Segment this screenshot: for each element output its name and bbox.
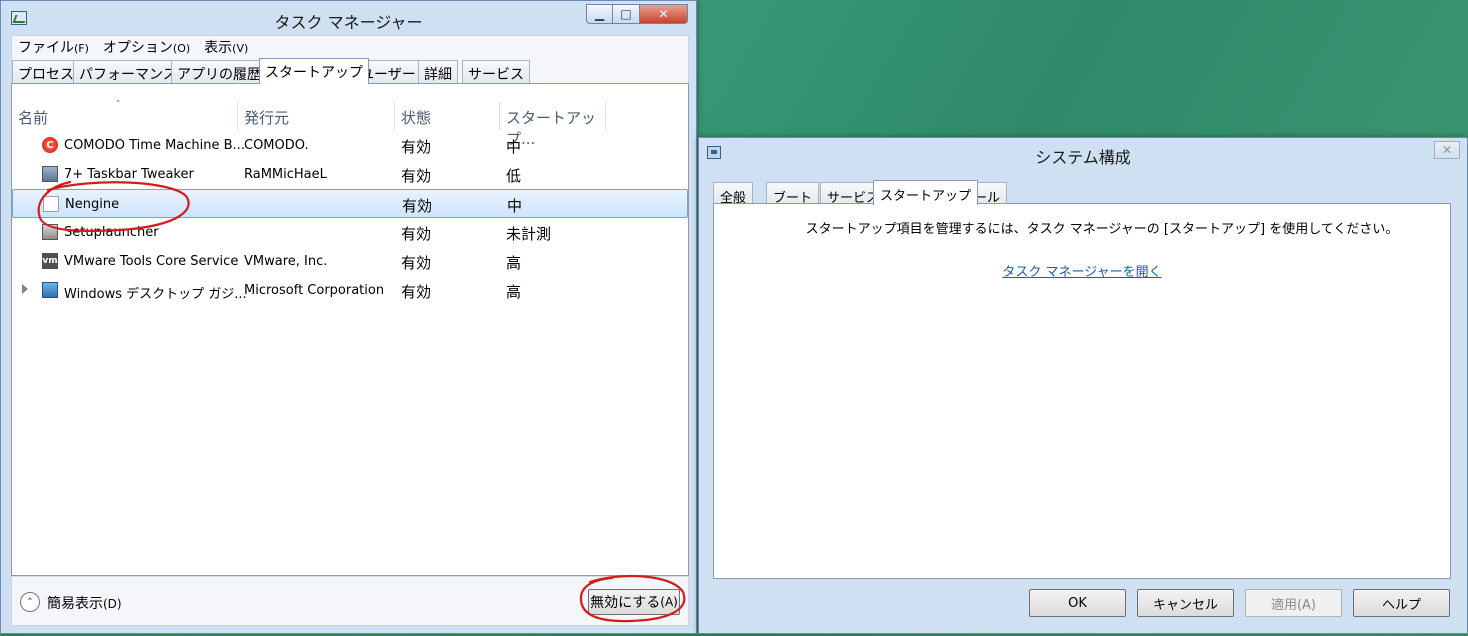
expand-arrow-icon[interactable] [22,284,28,294]
setup-launcher-icon [42,224,58,240]
tab-services[interactable]: サービス [462,60,530,84]
tab-boot[interactable]: ブート [766,182,820,206]
menu-file[interactable]: ファイル(F) [18,37,89,57]
row-name: Windows デスクトップ ガジ... [64,287,247,302]
startup-rows: C COMODO Time Machine B... COMODO. 有効 中 … [12,131,688,305]
row-publisher: VMware, Inc. [244,254,328,269]
table-row-selected[interactable]: Nengine 有効 中 [12,189,688,218]
row-impact: 未計測 [506,225,552,243]
table-row[interactable]: Setuplauncher 有効 未計測 [12,218,688,247]
ok-button[interactable]: OK [1029,589,1126,617]
row-impact: 高 [506,283,522,301]
tab-startup[interactable]: スタートアップ [259,58,369,84]
close-button[interactable]: ✕ [640,4,688,24]
task-manager-window: タスク マネージャー ▁ □ ✕ ファイル(F) オプション(O) 表示(V) … [0,0,697,634]
open-task-manager-link[interactable]: タスク マネージャーを開く [714,261,1450,280]
row-publisher: COMODO. [244,138,309,153]
row-publisher: Microsoft Corporation [244,283,385,298]
tab-details[interactable]: 詳細 [418,60,458,84]
help-button[interactable]: ヘルプ [1353,589,1450,617]
system-config-tabs: 全般 ブート サービス スタートアップ ツール [713,180,1453,206]
startup-message: スタートアップ項目を管理するには、タスク マネージャーの [スタートアップ] を… [805,222,1399,237]
row-name: Nengine [65,197,120,212]
task-manager-tabs: プロセス パフォーマンス アプリの履歴 スタートアップ ユーザー 詳細 サービス [11,58,689,84]
apply-button[interactable]: 適用(A) [1245,589,1342,617]
column-header-publisher[interactable]: 発行元 [238,102,395,130]
fewer-details-link[interactable]: 簡易表示(D) [47,593,122,613]
row-status: 有効 [401,167,432,185]
close-button[interactable]: ✕ [1434,141,1460,159]
row-status: 有効 [401,283,432,301]
chevron-up-icon[interactable]: ˄ [20,592,40,612]
row-name: Setuplauncher [64,225,159,240]
caption-buttons: ▁ □ ✕ [586,4,688,24]
row-impact: 中 [507,197,523,215]
desktop-gadget-icon [42,282,58,298]
disable-button[interactable]: 無効にする (A) [588,589,680,615]
table-row[interactable]: C COMODO Time Machine B... COMODO. 有効 中 [12,131,688,160]
tab-performance[interactable]: パフォーマンス [73,60,183,84]
row-impact: 高 [506,254,522,272]
task-manager-titlebar[interactable]: タスク マネージャー ▁ □ ✕ [1,1,696,35]
system-config-title: システム構成 [1035,148,1131,167]
file-icon [43,196,59,212]
row-name: VMware Tools Core Service [64,254,239,269]
minimize-button[interactable]: ▁ [586,4,613,24]
row-status: 有効 [401,138,432,156]
row-status: 有効 [401,254,432,272]
row-impact: 中 [506,138,522,156]
startup-list-panel: ˄ 名前 発行元 状態 スタートアップ... C COMODO Time Mac… [11,83,689,576]
task-manager-footer: ˄ 簡易表示(D) 無効にする (A) [11,576,689,626]
menu-options[interactable]: オプション(O) [103,37,190,57]
system-config-window: システム構成 ✕ 全般 ブート サービス スタートアップ ツール スタートアップ… [698,137,1468,634]
row-name: 7+ Taskbar Tweaker [64,167,194,182]
tab-startup[interactable]: スタートアップ [873,180,979,205]
table-row[interactable]: vm VMware Tools Core Service VMware, Inc… [12,247,688,276]
table-row[interactable]: 7+ Taskbar Tweaker RaMMicHaeL 有効 低 [12,160,688,189]
tab-general[interactable]: 全般 [713,182,754,206]
menu-view[interactable]: 表示(V) [204,37,248,57]
row-status: 有効 [401,225,432,243]
taskbar-tweaker-icon [42,166,58,182]
column-header-startup-impact[interactable]: スタートアップ... [500,102,606,148]
column-header-name[interactable]: 名前 [12,102,238,130]
startup-tab-panel: スタートアップ項目を管理するには、タスク マネージャーの [スタートアップ] を… [713,203,1451,579]
table-row[interactable]: Windows デスクトップ ガジ... Microsoft Corporati… [12,276,688,305]
vmware-icon: vm [42,253,58,269]
tab-app-history[interactable]: アプリの履歴 [171,60,267,84]
comodo-icon: C [42,137,58,153]
maximize-button[interactable]: □ [613,4,640,24]
row-impact: 低 [506,167,522,185]
row-publisher: RaMMicHaeL [244,167,327,182]
column-header-status[interactable]: 状態 [395,102,500,130]
cancel-button[interactable]: キャンセル [1137,589,1234,617]
menu-bar: ファイル(F) オプション(O) 表示(V) [11,35,689,58]
tab-processes[interactable]: プロセス [12,60,80,84]
row-name: COMODO Time Machine B... [64,138,245,153]
row-status: 有効 [402,197,433,215]
